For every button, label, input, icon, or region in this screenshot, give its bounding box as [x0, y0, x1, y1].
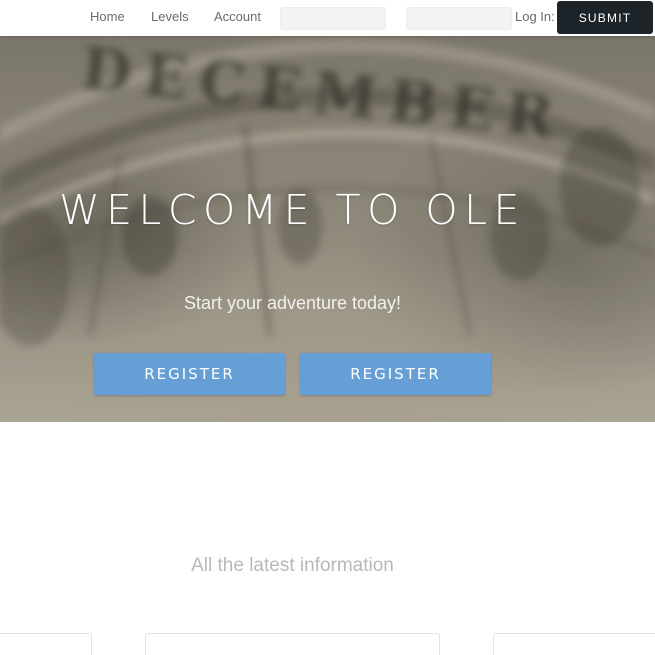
section-heading: All the latest information	[191, 555, 394, 576]
nav-link-levels[interactable]: Levels	[151, 9, 189, 24]
nav-link-account[interactable]: Account	[214, 9, 261, 24]
login-label: Log In:	[515, 9, 555, 24]
hero-title: WELCOME TO OLE	[59, 186, 526, 234]
info-card[interactable]	[493, 633, 655, 655]
nav-link-home[interactable]: Home	[90, 9, 125, 24]
submit-button[interactable]: SUBMIT	[557, 1, 653, 34]
password-input[interactable]	[406, 7, 512, 30]
register-button[interactable]: REGISTER	[94, 353, 285, 395]
hero-subtitle: Start your adventure today!	[183, 293, 402, 313]
info-card[interactable]	[0, 633, 92, 655]
info-card[interactable]	[145, 633, 440, 655]
register-button-secondary[interactable]: REGISTER	[300, 353, 491, 395]
username-input[interactable]	[280, 7, 386, 30]
top-navbar: Home Levels Account Log In: SUBMIT	[0, 0, 655, 36]
page: Home Levels Account Log In: SUBMIT DECEM…	[0, 0, 655, 655]
